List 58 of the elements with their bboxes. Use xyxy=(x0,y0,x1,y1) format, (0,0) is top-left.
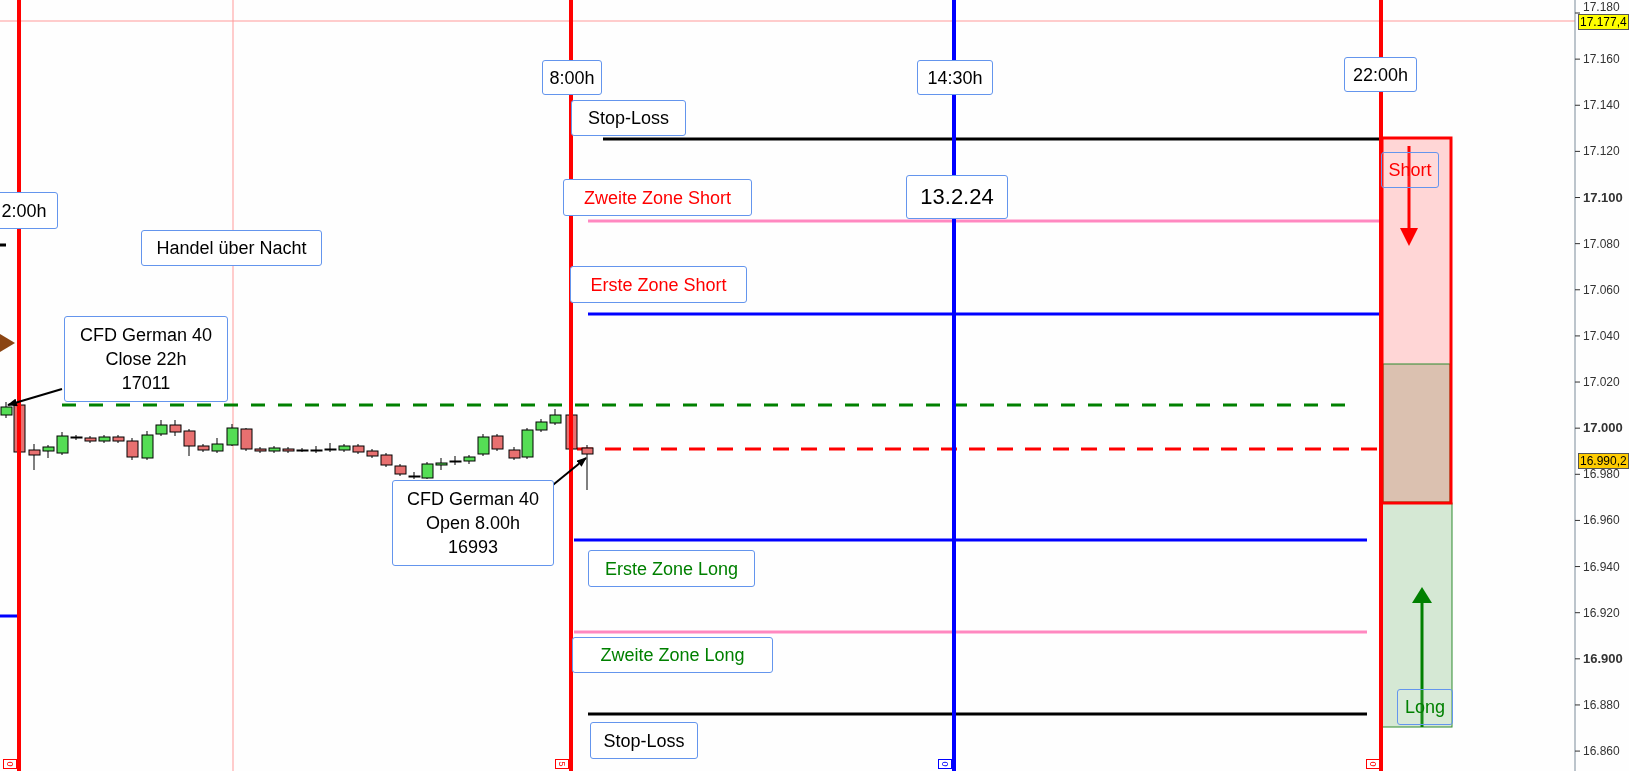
axis-tick-label: 16.880 xyxy=(1583,697,1620,712)
candlestick xyxy=(352,443,365,455)
candlestick xyxy=(549,408,562,426)
axis-tick-label: 16.960 xyxy=(1583,513,1620,528)
pointer-arrow xyxy=(7,388,63,407)
level-label: Stop-Loss xyxy=(571,100,686,136)
note-line: 17011 xyxy=(121,372,171,395)
level-stub-line xyxy=(0,243,6,247)
axis-tick-label: 16.920 xyxy=(1583,605,1620,620)
note-line: Handel über Nacht xyxy=(156,237,307,260)
level-stub-line xyxy=(0,614,18,618)
candlestick xyxy=(324,442,337,453)
axis-tick-label: 17.060 xyxy=(1583,282,1620,297)
price-marker: 16.990,2 xyxy=(1578,453,1629,469)
axis-tick-label: 17.080 xyxy=(1583,236,1620,251)
axis-tick-label: 17.100 xyxy=(1583,190,1623,205)
time-label: 2:00h xyxy=(0,192,58,229)
note-line: 13.2.24 xyxy=(920,184,994,210)
candlestick xyxy=(435,457,448,471)
axis-tick-label: 16.900 xyxy=(1583,651,1623,666)
level-label: Erste Zone Long xyxy=(588,550,755,587)
candlestick xyxy=(268,445,281,454)
time-label: 8:00h xyxy=(542,60,602,95)
note-line: CFD German 40 xyxy=(406,488,539,511)
candlestick xyxy=(565,412,578,452)
session-tick-label: 0 xyxy=(938,759,952,769)
axis-tick-label: 16.860 xyxy=(1583,744,1620,759)
axis-tick-label: 16.940 xyxy=(1583,559,1620,574)
candlestick xyxy=(226,423,239,447)
note-line: CFD German 40 xyxy=(79,324,212,347)
time-label: 22:00h xyxy=(1344,57,1417,92)
session-tick-label: 0 xyxy=(1366,759,1380,769)
level-label: Zweite Zone Short xyxy=(563,179,752,216)
axis-tick-label: 16.980 xyxy=(1583,467,1620,482)
triangle-marker-icon xyxy=(0,334,15,352)
level-label: Erste Zone Short xyxy=(570,266,747,303)
candlestick xyxy=(84,435,97,444)
candlestick xyxy=(449,455,462,466)
axis-tick-label: 17.160 xyxy=(1583,52,1620,67)
candlestick xyxy=(581,444,594,491)
axis-tick-label: 17.180 xyxy=(1583,0,1620,14)
axis-tick-label: 17.140 xyxy=(1583,98,1620,113)
level-label: Zweite Zone Long xyxy=(572,637,773,673)
candlestick xyxy=(98,434,111,444)
session-tick-label: 0 xyxy=(3,759,17,769)
price-marker: 17.177,4 xyxy=(1578,14,1629,30)
axis-tick-label: 17.020 xyxy=(1583,375,1620,390)
candlestick xyxy=(338,443,351,453)
session-tick-label: 5 xyxy=(555,759,569,769)
note-line: Close 22h xyxy=(105,348,187,371)
note-line: 16993 xyxy=(447,536,499,559)
axis-tick-label: 17.000 xyxy=(1583,421,1623,436)
candlestick xyxy=(491,433,504,452)
level-label: Stop-Loss xyxy=(590,722,698,759)
time-label: 14:30h xyxy=(917,60,993,95)
axis-tick-label: 17.120 xyxy=(1583,144,1620,159)
axis-tick-label: 17.040 xyxy=(1583,328,1620,343)
note-line: Open 8.00h xyxy=(425,512,521,535)
